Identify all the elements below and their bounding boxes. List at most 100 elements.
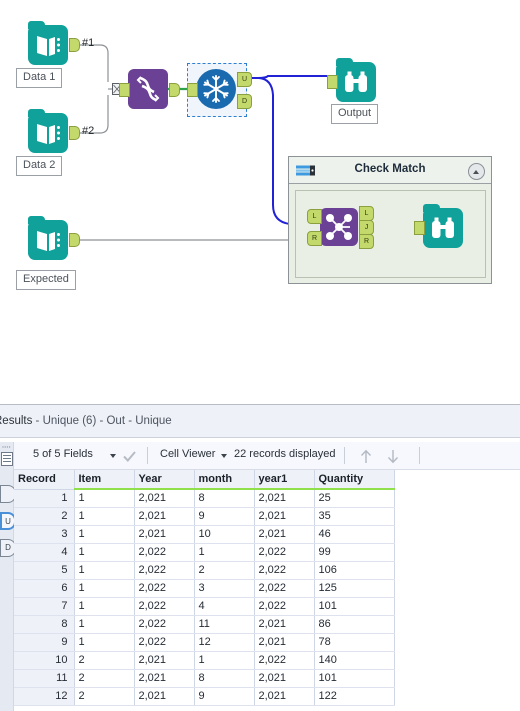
cell-item[interactable]: 1 xyxy=(74,543,135,562)
grid-menu-icon[interactable] xyxy=(1,452,13,466)
cell-record[interactable]: 12 xyxy=(14,687,75,706)
cell-year1[interactable]: 2,021 xyxy=(254,615,315,634)
results-titlebar[interactable]: Results - Unique (6) - Out - Unique xyxy=(0,404,520,438)
table-row[interactable]: 7 1 2,022 4 2,022 101 xyxy=(14,597,395,616)
output-anchor[interactable] xyxy=(69,233,80,247)
cell-item[interactable]: 2 xyxy=(74,651,135,670)
table-body[interactable]: 1 1 2,021 8 2,021 25 2 1 2,021 9 2,021 35 3 1 2,021 10 2… xyxy=(14,489,395,706)
cell-year[interactable]: 2,021 xyxy=(134,687,195,706)
column-header-year1[interactable]: year1 xyxy=(254,470,315,490)
cell-year[interactable]: 2,021 xyxy=(134,651,195,670)
cell-year[interactable]: 2,022 xyxy=(134,633,195,652)
results-table[interactable]: Record Item Year month year1 Quantity 11… xyxy=(14,470,395,706)
cell-record[interactable]: 4 xyxy=(14,543,75,562)
output-anchor-join[interactable]: J xyxy=(359,220,374,235)
table-row[interactable]: 3 1 2,021 10 2,021 46 xyxy=(14,525,395,544)
cell-year[interactable]: 2,022 xyxy=(134,615,195,634)
output-anchor[interactable] xyxy=(69,126,80,140)
table-row[interactable]: 4 1 2,022 1 2,022 99 xyxy=(14,543,395,562)
input-anchor[interactable] xyxy=(187,83,198,97)
input-anchor[interactable] xyxy=(414,221,425,235)
cell-quantity[interactable]: 122 xyxy=(314,687,395,706)
cell-quantity[interactable]: 46 xyxy=(314,525,395,544)
drag-grip-icon[interactable] xyxy=(2,445,12,449)
cell-year[interactable]: 2,022 xyxy=(134,597,195,616)
input-anchor[interactable] xyxy=(119,83,130,97)
cell-year1[interactable]: 2,022 xyxy=(254,651,315,670)
column-header-quantity[interactable]: Quantity xyxy=(314,470,395,490)
chevron-down-icon[interactable] xyxy=(110,454,116,458)
chevron-down-icon[interactable] xyxy=(221,454,227,458)
input-anchor-left[interactable]: L xyxy=(307,209,322,224)
cell-year1[interactable]: 2,022 xyxy=(254,579,315,598)
cell-month[interactable]: 4 xyxy=(194,597,255,616)
cell-item[interactable]: 1 xyxy=(74,579,135,598)
cell-month[interactable]: 11 xyxy=(194,615,255,634)
cell-month[interactable]: 9 xyxy=(194,687,255,706)
cell-item[interactable]: 2 xyxy=(74,669,135,688)
fields-selector-label[interactable]: 5 of 5 Fields xyxy=(33,448,93,460)
cell-month[interactable]: 1 xyxy=(194,543,255,562)
cell-year1[interactable]: 2,022 xyxy=(254,561,315,580)
output-anchor[interactable] xyxy=(69,38,80,52)
viewer-selector-label[interactable]: Cell Viewer xyxy=(160,448,215,460)
cell-year[interactable]: 2,021 xyxy=(134,507,195,526)
cell-year[interactable]: 2,022 xyxy=(134,579,195,598)
cell-quantity[interactable]: 101 xyxy=(314,669,395,688)
cell-record[interactable]: 9 xyxy=(14,633,75,652)
column-header-year[interactable]: Year xyxy=(134,470,195,490)
cell-year1[interactable]: 2,021 xyxy=(254,669,315,688)
tool-container-check-match[interactable]: Check Match L R L J R xyxy=(288,156,492,284)
cell-month[interactable]: 9 xyxy=(194,507,255,526)
cell-year1[interactable]: 2,021 xyxy=(254,507,315,526)
cell-year1[interactable]: 2,021 xyxy=(254,633,315,652)
cell-item[interactable]: 1 xyxy=(74,597,135,616)
cell-quantity[interactable]: 25 xyxy=(314,489,395,508)
table-row[interactable]: 2 1 2,021 9 2,021 35 xyxy=(14,507,395,526)
container-body[interactable]: L R L J R xyxy=(295,190,486,278)
cell-quantity[interactable]: 140 xyxy=(314,651,395,670)
cell-item[interactable]: 1 xyxy=(74,507,135,526)
cell-quantity[interactable]: 86 xyxy=(314,615,395,634)
cell-record[interactable]: 6 xyxy=(14,579,75,598)
results-toolbar[interactable]: 5 of 5 Fields Cell Viewer 22 records dis… xyxy=(14,442,520,470)
cell-quantity[interactable]: 125 xyxy=(314,579,395,598)
table-row[interactable]: 11 2 2,021 8 2,021 101 xyxy=(14,669,395,688)
cell-item[interactable]: 1 xyxy=(74,525,135,544)
cell-quantity[interactable]: 99 xyxy=(314,543,395,562)
results-grid[interactable]: Record Item Year month year1 Quantity 11… xyxy=(14,470,520,711)
cell-year1[interactable]: 2,021 xyxy=(254,489,315,508)
cell-month[interactable]: 8 xyxy=(194,489,255,508)
output-anchor-right[interactable]: R xyxy=(359,234,374,249)
table-row[interactable]: 5 1 2,022 2 2,022 106 xyxy=(14,561,395,580)
cell-year[interactable]: 2,022 xyxy=(134,561,195,580)
table-row[interactable]: 1 1 2,021 8 2,021 25 xyxy=(14,489,395,508)
cell-year1[interactable]: 2,022 xyxy=(254,543,315,562)
arrow-up-icon[interactable] xyxy=(359,448,373,465)
cell-record[interactable]: 2 xyxy=(14,507,75,526)
cell-year1[interactable]: 2,021 xyxy=(254,525,315,544)
table-row[interactable]: 6 1 2,022 3 2,022 125 xyxy=(14,579,395,598)
column-header-record[interactable]: Record xyxy=(14,470,75,490)
output-anchor-duplicate[interactable]: D xyxy=(237,94,252,109)
cell-record[interactable]: 11 xyxy=(14,669,75,688)
table-row[interactable]: 12 2 2,021 9 2,021 122 xyxy=(14,687,395,706)
cell-item[interactable]: 1 xyxy=(74,615,135,634)
cell-quantity[interactable]: 35 xyxy=(314,507,395,526)
cell-quantity[interactable]: 101 xyxy=(314,597,395,616)
cell-record[interactable]: 7 xyxy=(14,597,75,616)
table-row[interactable]: 8 1 2,022 11 2,021 86 xyxy=(14,615,395,634)
cell-record[interactable]: 1 xyxy=(14,489,75,508)
results-anchor-rail[interactable]: U D xyxy=(0,442,16,711)
column-header-item[interactable]: Item xyxy=(74,470,135,490)
results-pane[interactable]: Results - Unique (6) - Out - Unique 5 of… xyxy=(0,404,520,711)
container-header[interactable]: Check Match xyxy=(289,157,491,184)
cell-item[interactable]: 2 xyxy=(74,687,135,706)
table-row[interactable]: 10 2 2,021 1 2,022 140 xyxy=(14,651,395,670)
output-anchor-unique[interactable]: U xyxy=(237,72,252,87)
cell-year1[interactable]: 2,022 xyxy=(254,597,315,616)
cell-record[interactable]: 8 xyxy=(14,615,75,634)
arrow-down-icon[interactable] xyxy=(386,448,400,465)
cell-quantity[interactable]: 78 xyxy=(314,633,395,652)
cell-year1[interactable]: 2,021 xyxy=(254,687,315,706)
